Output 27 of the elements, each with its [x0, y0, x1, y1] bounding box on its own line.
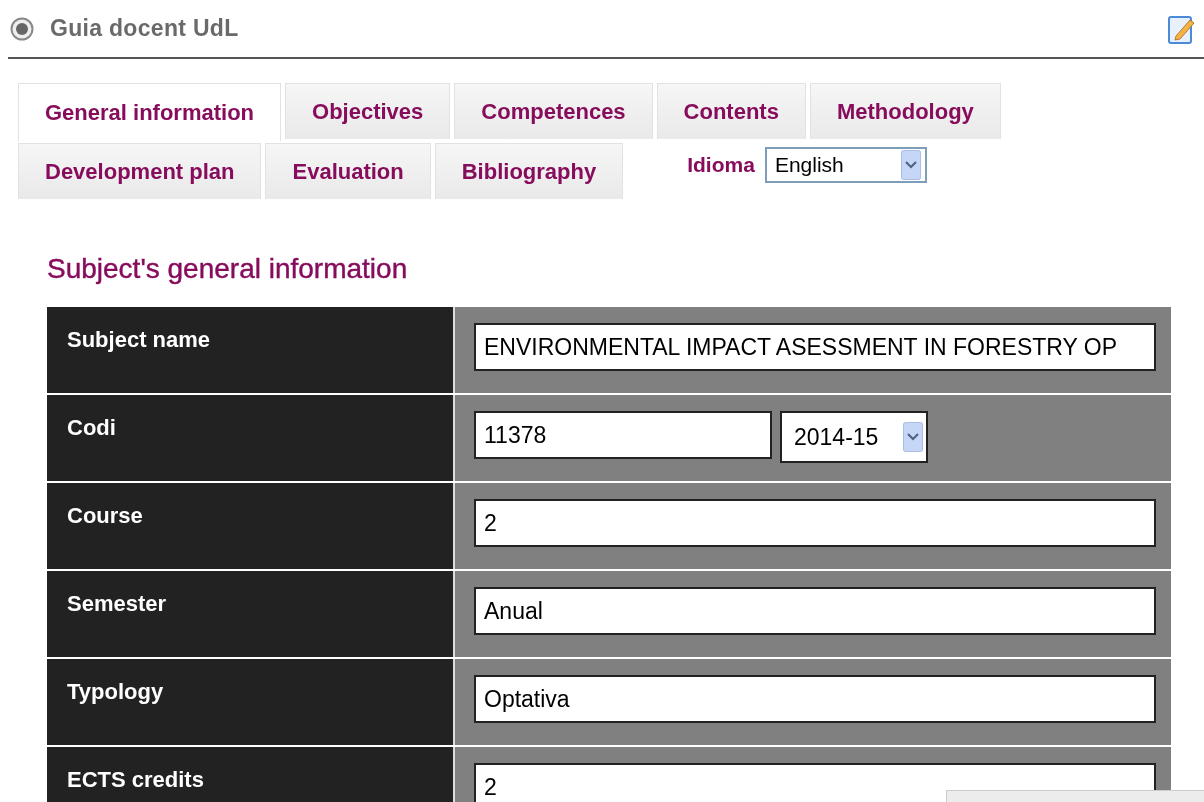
tab[interactable]: Evaluation [265, 143, 431, 199]
year-dropdown[interactable]: 2014-15 [780, 411, 928, 463]
text-field[interactable]: 2 [474, 763, 1156, 802]
language-label: Idioma [687, 153, 755, 177]
circle-logo-icon [10, 16, 34, 41]
text-field[interactable]: 2 [474, 499, 1156, 547]
field-label: ECTS credits [47, 747, 455, 802]
tab[interactable]: General information [18, 83, 282, 141]
field-label: Subject name [47, 307, 455, 393]
text-field[interactable]: ENVIRONMENTAL IMPACT ASESSMENT IN FORESTRY OP [474, 323, 1156, 371]
language-dropdown[interactable]: English [764, 147, 927, 183]
code-field[interactable]: 11378 [474, 411, 772, 459]
text-field[interactable]: Optativa [474, 675, 1156, 723]
field-label: Codi [47, 395, 455, 481]
section-heading: Subject's general information [47, 253, 409, 285]
pencil-icon[interactable] [1168, 13, 1196, 44]
tab[interactable]: Objectives [285, 83, 451, 139]
field-label: Semester [47, 571, 455, 657]
tab[interactable]: Development plan [18, 143, 262, 199]
page-title: Guia docent UdL [50, 15, 239, 42]
tab[interactable]: Competences [454, 83, 653, 139]
tab[interactable]: Contents [656, 83, 806, 139]
field-label: Typology [47, 659, 455, 745]
field-label: Course [47, 483, 455, 569]
text-field[interactable]: Anual [474, 587, 1156, 635]
tab[interactable]: Methodology [809, 83, 1001, 139]
tab[interactable]: Bibliography [434, 143, 624, 199]
